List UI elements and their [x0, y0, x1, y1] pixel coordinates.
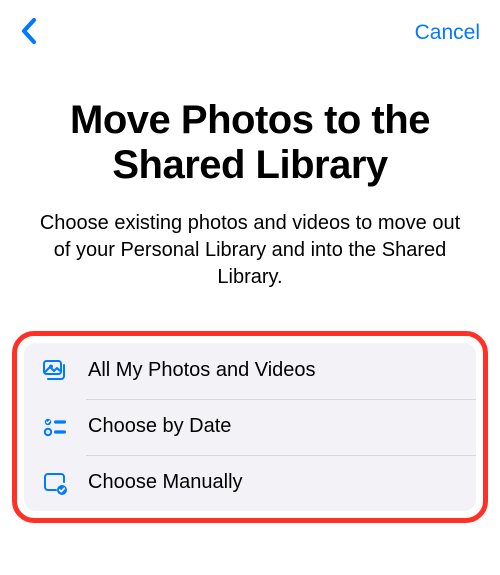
- page-description: Choose existing photos and videos to mov…: [24, 210, 476, 291]
- options-list: All My Photos and Videos Choose by Date: [24, 343, 476, 511]
- page-title: Move Photos to the Shared Library: [24, 98, 476, 188]
- option-label: All My Photos and Videos: [88, 359, 316, 382]
- nav-bar: Cancel: [0, 0, 500, 58]
- rectangle-check-icon: [40, 468, 70, 498]
- cancel-button[interactable]: Cancel: [415, 21, 480, 45]
- option-choose-by-date[interactable]: Choose by Date: [24, 399, 476, 455]
- option-choose-manually[interactable]: Choose Manually: [24, 455, 476, 511]
- checklist-icon: [40, 412, 70, 442]
- main-content: Move Photos to the Shared Library Choose…: [0, 58, 500, 291]
- option-label: Choose by Date: [88, 415, 231, 438]
- chevron-left-icon: [20, 17, 38, 50]
- option-all-photos[interactable]: All My Photos and Videos: [24, 343, 476, 399]
- options-highlight-frame: All My Photos and Videos Choose by Date: [12, 331, 488, 523]
- photos-stack-icon: [40, 356, 70, 386]
- back-button[interactable]: [14, 18, 44, 48]
- option-label: Choose Manually: [88, 471, 243, 494]
